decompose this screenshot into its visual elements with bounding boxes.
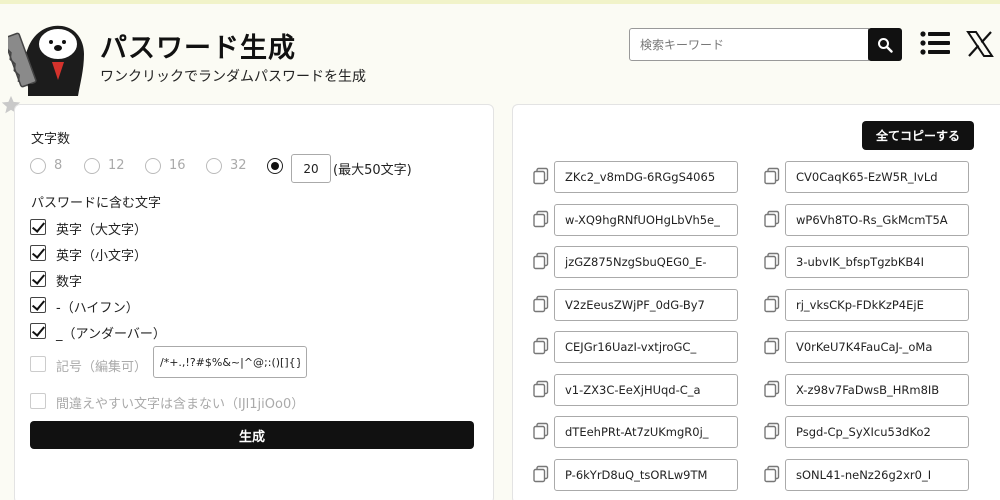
checkbox[interactable] [30,219,46,235]
copy-icon[interactable] [532,295,550,313]
checkbox-label: 英字（大文字） [56,223,148,238]
password-item: CV0CaqK65-EzW5R_IvLd [763,161,973,193]
search-input[interactable] [629,28,869,61]
copy-icon[interactable] [763,337,781,355]
search-icon [878,37,893,53]
checkbox-label: 記号（編集可） [56,360,148,375]
checkbox[interactable] [30,356,46,372]
hamburger-menu-icon[interactable] [920,30,950,56]
checkbox[interactable] [30,245,46,261]
custom-length-input[interactable] [291,154,331,183]
copy-icon[interactable] [532,465,550,483]
symbols-input[interactable] [153,346,307,378]
password-item: dTEehPRt-At7zUKmgR0j_ [532,416,742,448]
length-radio-group: 8 12 16 32 (最大50文字) [30,154,470,183]
length-radio-label: 16 [169,158,186,173]
copy-icon[interactable] [763,465,781,483]
checkbox[interactable] [30,271,46,287]
copy-icon[interactable] [763,380,781,398]
copy-icon[interactable] [532,252,550,270]
page-subtitle: ワンクリックでランダムパスワードを生成 [100,69,366,85]
length-radio-8[interactable] [30,158,46,174]
password-field[interactable]: ZKc2_v8mDG-6RGgS4065 [554,161,738,193]
password-field[interactable]: dTEehPRt-At7zUKmgR0j_ [554,416,738,448]
copy-icon[interactable] [763,422,781,440]
checkbox[interactable] [30,393,46,409]
search-button[interactable] [868,28,902,61]
password-field[interactable]: P-6kYrD8uQ_tsORLw9TM [554,459,738,491]
generate-button[interactable]: 生成 [30,421,474,449]
password-field[interactable]: wP6Vh8TO-Rs_GkMcmT5A [785,204,969,236]
copy-icon[interactable] [532,167,550,185]
site-logo[interactable] [8,18,88,96]
length-label: 文字数 [31,132,71,147]
length-radio-label: 12 [108,158,125,173]
checkbox-label: -（ハイフン） [56,301,139,316]
password-field[interactable]: rj_vksCKp-FDkKzP4EjE [785,289,969,321]
page-title: パスワード生成 [100,33,296,64]
password-item: Psgd-Cp_SyXIcu53dKo2 [763,416,973,448]
password-field[interactable]: X-z98v7FaDwsB_HRm8IB [785,374,969,406]
length-radio-custom[interactable] [267,158,283,174]
password-field[interactable]: Psgd-Cp_SyXIcu53dKo2 [785,416,969,448]
password-field[interactable]: w-XQ9hgRNfUOHgLbVh5e_ [554,204,738,236]
password-item: jzGZ875NzgSbuQEG0_E- [532,246,742,278]
copy-icon[interactable] [763,210,781,228]
checkbox[interactable] [30,323,46,339]
custom-length-note: (最大50文字) [333,163,412,178]
length-radio-label: 8 [54,158,63,173]
charset-label: パスワードに含む文字 [31,196,162,211]
password-item: CEJGr16UazI-vxtjroGC_ [532,331,742,363]
top-border [0,0,1000,4]
password-field[interactable]: jzGZ875NzgSbuQEG0_E- [554,246,738,278]
password-item: v1-ZX3C-EeXjHUqd-C_a [532,374,742,406]
copy-icon[interactable] [532,422,550,440]
password-field[interactable]: V0rKeU7K4FauCaJ-_oMa [785,331,969,363]
copy-icon[interactable] [763,167,781,185]
password-item: rj_vksCKp-FDkKzP4EjE [763,289,973,321]
length-radio-label: 32 [230,158,247,173]
password-item: V0rKeU7K4FauCaJ-_oMa [763,331,973,363]
checkbox[interactable] [30,297,46,313]
checkbox-label: _（アンダーバー） [56,327,166,342]
copy-all-button[interactable]: 全てコピーする [862,121,974,150]
checkbox-label: 数字 [56,275,83,290]
password-item: V2zEeusZWjPF_0dG-By7 [532,289,742,321]
password-item: sONL41-neNz26g2xr0_I [763,459,973,491]
checkbox-label: 英字（小文字） [56,249,148,264]
password-item: wP6Vh8TO-Rs_GkMcmT5A [763,204,973,236]
length-radio-16[interactable] [145,158,161,174]
password-field[interactable]: CEJGr16UazI-vxtjroGC_ [554,331,738,363]
password-field[interactable]: sONL41-neNz26g2xr0_I [785,459,969,491]
password-item: P-6kYrD8uQ_tsORLw9TM [532,459,742,491]
password-field[interactable]: V2zEeusZWjPF_0dG-By7 [554,289,738,321]
x-logo-icon[interactable] [966,30,994,58]
length-radio-32[interactable] [206,158,222,174]
copy-icon[interactable] [763,295,781,313]
password-field[interactable]: CV0CaqK65-EzW5R_IvLd [785,161,969,193]
copy-icon[interactable] [532,210,550,228]
password-item: X-z98v7FaDwsB_HRm8IB [763,374,973,406]
password-item: ZKc2_v8mDG-6RGgS4065 [532,161,742,193]
copy-icon[interactable] [763,252,781,270]
copy-icon[interactable] [532,380,550,398]
password-field[interactable]: v1-ZX3C-EeXjHUqd-C_a [554,374,738,406]
password-field[interactable]: 3-ubvIK_bfspTgzbKB4I [785,246,969,278]
checkbox-label: 間違えやすい文字は含まない（IJl1jiOo0） [56,397,305,412]
length-radio-12[interactable] [84,158,100,174]
copy-icon[interactable] [532,337,550,355]
password-item: w-XQ9hgRNfUOHgLbVh5e_ [532,204,742,236]
password-item: 3-ubvIK_bfspTgzbKB4I [763,246,973,278]
